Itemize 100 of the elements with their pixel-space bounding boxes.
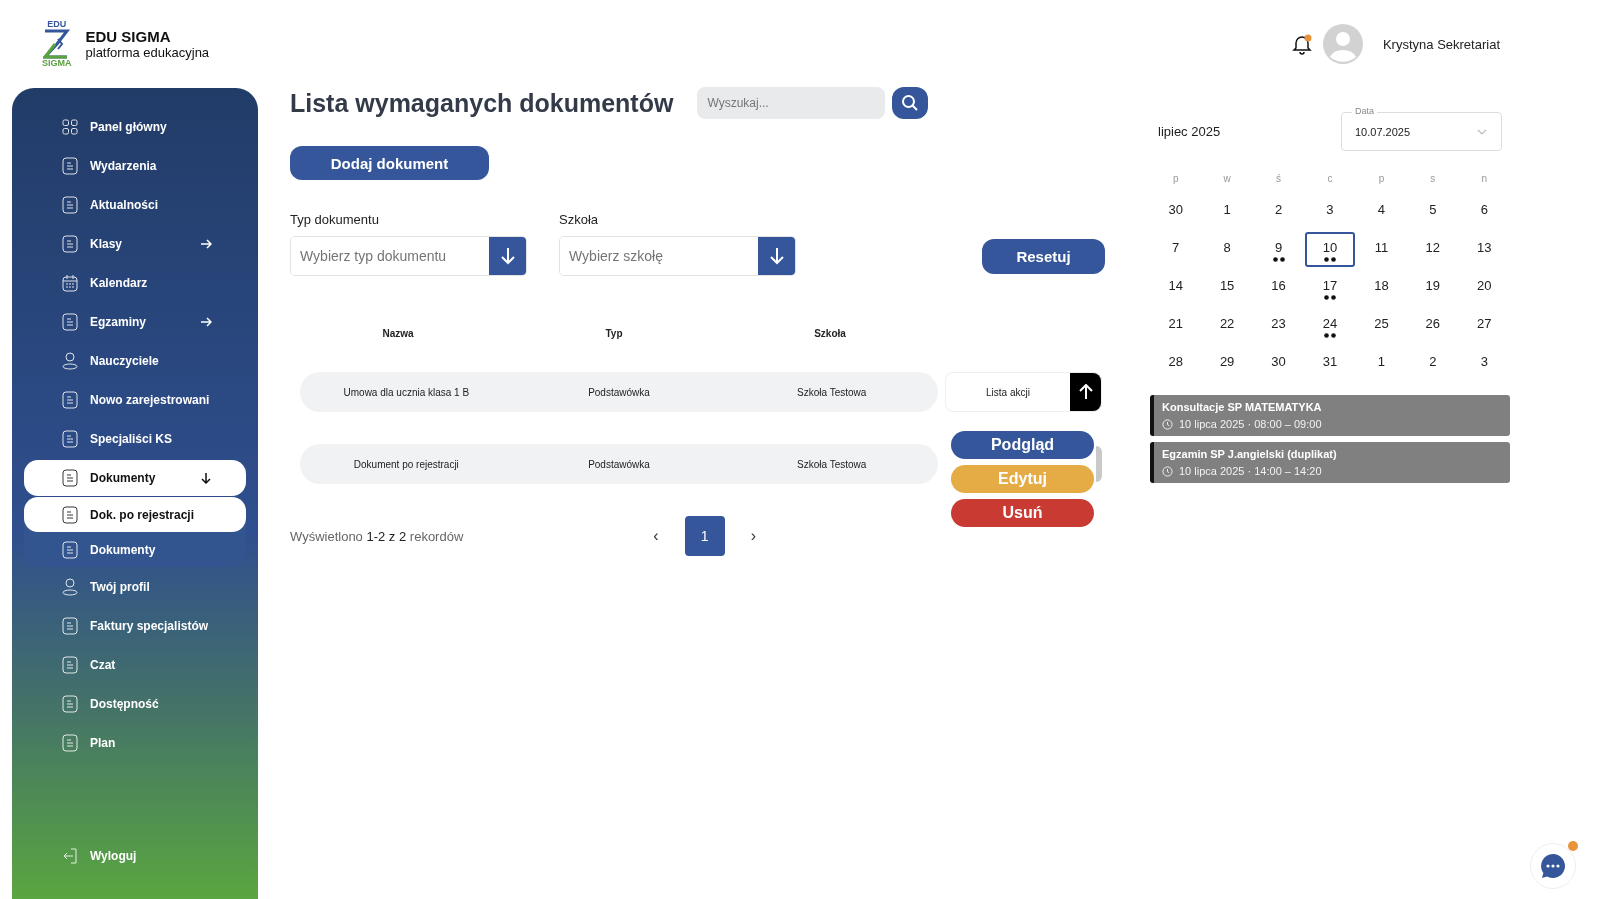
sidebar-subitem[interactable]: Dok. po rejestracji (24, 497, 246, 532)
calendar-day[interactable]: 18 (1356, 270, 1407, 305)
sidebar-item[interactable]: Faktury specjalistów (24, 607, 246, 644)
dropdown-toggle[interactable] (1096, 446, 1102, 482)
sidebar-item[interactable]: Nowo zarejestrowani (24, 381, 246, 418)
calendar-day[interactable]: 28 (1150, 346, 1201, 381)
sidebar-item[interactable]: Wydarzenia (24, 147, 246, 184)
calendar-day[interactable]: 3 (1305, 194, 1355, 229)
document-icon (62, 540, 78, 559)
sidebar-item[interactable]: Twój profil (24, 568, 246, 605)
grid-icon (62, 118, 78, 135)
event-card[interactable]: Egzamin SP J.angielski (duplikat) 10 lipca 2025 · 14:00 – 14:20 (1150, 442, 1510, 483)
sidebar-item[interactable]: Kalendarz (24, 264, 246, 301)
calendar-day[interactable]: 4 (1356, 194, 1407, 229)
calendar-day[interactable]: 22 (1202, 308, 1253, 343)
actions-dropdown[interactable]: Lista akcji (945, 372, 1102, 412)
sidebar-item[interactable]: Egzaminy (24, 303, 246, 340)
document-icon (62, 694, 78, 713)
notification-bell-icon[interactable] (1290, 33, 1313, 55)
calendar-day[interactable]: 8 (1202, 232, 1253, 267)
sidebar-item[interactable]: Nauczyciele (24, 342, 246, 379)
reset-button[interactable]: Resetuj (982, 239, 1105, 274)
down-arrow-icon (768, 247, 785, 265)
calendar-day[interactable]: 29 (1202, 346, 1253, 381)
sidebar-item[interactable]: Aktualności (24, 186, 246, 223)
calendar-day[interactable]: 20 (1459, 270, 1510, 305)
calendar-day[interactable]: 17 (1305, 270, 1355, 305)
document-icon (62, 655, 78, 674)
records-summary: Wyświetlono 1-2 z 2 rekordów (290, 528, 464, 544)
search-icon (901, 94, 920, 112)
table-cell: Podstawówka (588, 386, 650, 398)
calendar-day[interactable]: 5 (1407, 194, 1458, 229)
sidebar-item[interactable]: Panel główny (24, 108, 246, 145)
table-cell: Szkoła Testowa (797, 386, 867, 398)
calendar-day[interactable]: 10 (1305, 232, 1355, 267)
filter-label: Typ dokumentu (290, 212, 380, 227)
calendar-day[interactable]: 1 (1356, 346, 1407, 381)
weekday-label: w (1223, 173, 1231, 186)
calendar-day[interactable]: 1 (1202, 194, 1253, 229)
weekday-label: n (1481, 173, 1488, 186)
chevron-down-icon (1477, 128, 1487, 135)
weekday-label: p (1172, 173, 1179, 186)
person-icon (62, 577, 78, 596)
up-arrow-icon (1078, 384, 1093, 400)
calendar-day[interactable]: 7 (1150, 232, 1201, 267)
document-icon (62, 195, 78, 214)
calendar-day[interactable]: 30 (1253, 346, 1304, 381)
calendar-day[interactable]: 26 (1407, 308, 1458, 343)
calendar-day[interactable]: 23 (1253, 308, 1304, 343)
user-name[interactable]: Krystyna Sekretariat (1382, 36, 1500, 52)
document-icon (62, 156, 78, 175)
logo-text: EDU (47, 20, 67, 29)
search-button[interactable] (892, 87, 929, 119)
calendar-day[interactable]: 2 (1253, 194, 1304, 229)
calendar-day[interactable]: 14 (1150, 270, 1201, 305)
calendar-day[interactable]: 12 (1407, 232, 1458, 267)
calendar-day[interactable]: 27 (1459, 308, 1510, 343)
menu-action-button[interactable]: Podgląd (951, 431, 1094, 459)
calendar-day[interactable]: 19 (1407, 270, 1458, 305)
sidebar-item[interactable]: Czat (24, 646, 246, 683)
search-field[interactable]: Wyszukaj... (697, 87, 886, 119)
sidebar-item[interactable]: Klasy (24, 225, 246, 262)
document-icon (62, 733, 78, 752)
previous-page-button[interactable]: ‹ (649, 527, 663, 545)
weekday-label: ś (1276, 173, 1282, 186)
calendar-day[interactable]: 13 (1459, 232, 1510, 267)
select-field[interactable]: Wybierz szkołę (559, 236, 796, 276)
down-arrow-icon (499, 247, 516, 265)
brand-tagline: platforma edukacyjna (85, 45, 210, 60)
calendar-day[interactable]: 11 (1356, 232, 1407, 267)
calendar-day[interactable]: 6 (1459, 194, 1510, 229)
sidebar-subitem[interactable]: Dokumenty (24, 532, 246, 567)
table-cell: Szkoła Testowa (797, 458, 867, 470)
calendar-day[interactable]: 24 (1305, 308, 1355, 343)
calendar-day[interactable]: 15 (1202, 270, 1253, 305)
calendar-day[interactable]: 31 (1305, 346, 1355, 381)
month-label: lipiec 2025 (1158, 124, 1221, 139)
calendar-day[interactable]: 2 (1407, 346, 1458, 381)
calendar-day[interactable]: 3 (1459, 346, 1510, 381)
sidebar-item[interactable]: Dostępność (24, 685, 246, 722)
sidebar-item[interactable]: Dokumenty (24, 459, 246, 496)
sidebar-item[interactable]: Plan (24, 724, 246, 761)
calendar-day[interactable]: 25 (1356, 308, 1407, 343)
chat-button[interactable] (1530, 843, 1576, 889)
menu-action-button[interactable]: Usuń (951, 499, 1094, 527)
calendar-day[interactable]: 30 (1150, 194, 1201, 229)
sidebar-item[interactable]: Specjaliści KS (24, 420, 246, 457)
table-cell: Podstawówka (588, 458, 650, 470)
event-card[interactable]: Konsultacje SP MATEMATYKA 10 lipca 2025 · 08:00 – 09:00 (1150, 395, 1510, 436)
calendar-day[interactable]: 9 (1253, 232, 1304, 267)
calendar-day[interactable]: 21 (1150, 308, 1201, 343)
next-page-button[interactable]: › (746, 527, 760, 545)
event-title: Egzamin SP J.angielski (duplikat) (1162, 448, 1338, 460)
document-icon (62, 468, 78, 487)
column-header: Typ (605, 328, 623, 339)
document-icon (62, 390, 78, 409)
page-button[interactable]: 1 (684, 516, 725, 556)
select-field[interactable]: Wybierz typ dokumentu (290, 236, 527, 276)
calendar-day[interactable]: 16 (1253, 270, 1304, 305)
add-document-button[interactable]: Dodaj dokument (290, 146, 489, 180)
